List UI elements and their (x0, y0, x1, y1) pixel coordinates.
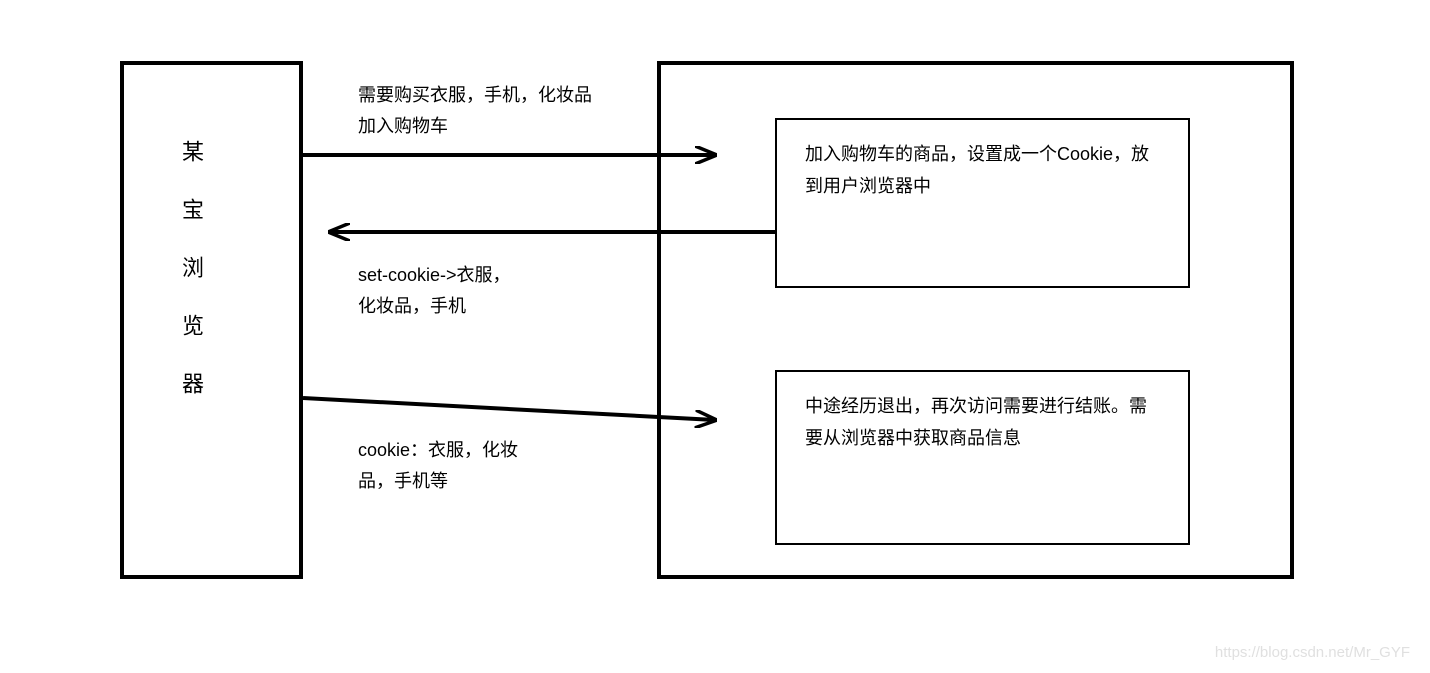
response-label: set-cookie->衣服，化妆品，手机 (358, 260, 578, 321)
watermark: https://blog.csdn.net/Mr_GYF (1215, 644, 1410, 661)
checkout-description-text: 中途经历退出，再次访问需要进行结账。需要从浏览器中获取商品信息 (805, 396, 1147, 448)
browser-box (120, 61, 303, 579)
checkout-description-box: 中途经历退出，再次访问需要进行结账。需要从浏览器中获取商品信息 (775, 370, 1190, 545)
arrow-cookie-send (303, 398, 715, 420)
set-cookie-description-text: 加入购物车的商品，设置成一个Cookie，放到用户浏览器中 (805, 144, 1149, 196)
cookie-label: cookie：衣服，化妆品，手机等 (358, 435, 578, 496)
request-label: 需要购买衣服，手机，化妆品加入购物车 (358, 80, 592, 141)
browser-label: 某宝浏览器 (175, 140, 207, 430)
set-cookie-description-box: 加入购物车的商品，设置成一个Cookie，放到用户浏览器中 (775, 118, 1190, 288)
